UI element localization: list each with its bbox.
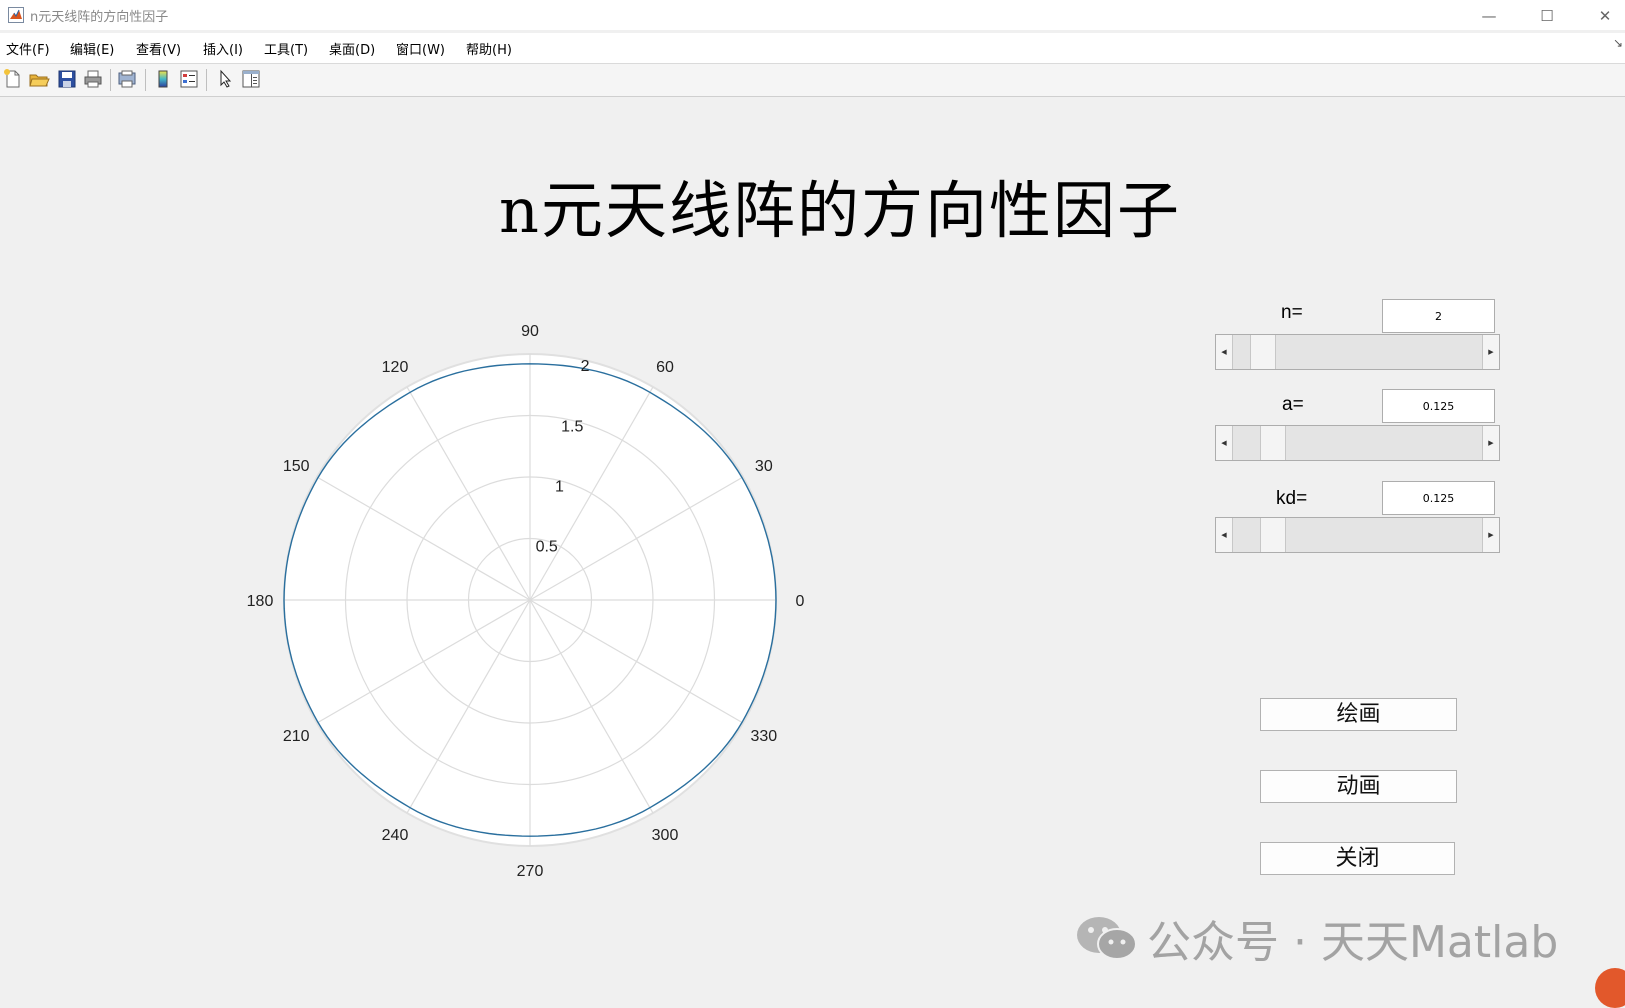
menu-edit[interactable]: 编辑(E) [70, 39, 114, 58]
angle-tick-label: 120 [382, 359, 409, 376]
save-icon[interactable] [56, 68, 78, 90]
polar-plot[interactable]: 0 30 60 90 120 150 180 210 240 270 300 330 0.5 1 1.5 2 [230, 300, 830, 900]
toolbar-separator [110, 69, 111, 91]
toolbar-separator [206, 69, 207, 91]
print-icon[interactable] [82, 68, 104, 90]
polar-grid [283, 353, 777, 847]
slider-left-arrow-icon[interactable]: ◀ [1216, 426, 1233, 460]
animate-button[interactable]: 动画 [1260, 770, 1457, 803]
toolbar-separator [145, 69, 146, 91]
angle-tick-label: 300 [652, 827, 679, 844]
slider-right-arrow-icon[interactable]: ▶ [1482, 335, 1499, 369]
menu-bar: 文件(F) 编辑(E) 查看(V) 插入(I) 工具(T) 桌面(D) 窗口(W… [0, 33, 1625, 64]
corner-logo-icon [1595, 968, 1625, 1008]
radial-tick-label: 1.5 [561, 418, 583, 435]
a-slider[interactable]: ◀ ▶ [1215, 425, 1500, 461]
menu-insert[interactable]: 插入(I) [203, 39, 243, 58]
n-slider[interactable]: ◀ ▶ [1215, 334, 1500, 370]
angle-tick-label: 240 [382, 827, 409, 844]
angle-tick-label: 270 [517, 863, 544, 880]
kd-input[interactable]: 0.125 [1382, 481, 1495, 515]
kd-slider-thumb[interactable] [1260, 518, 1287, 552]
matlab-app-icon [8, 7, 24, 23]
angle-tick-label: 30 [755, 458, 773, 475]
slider-left-arrow-icon[interactable]: ◀ [1216, 335, 1233, 369]
menu-view[interactable]: 查看(V) [136, 39, 181, 58]
radial-tick-label: 2 [581, 358, 590, 375]
menu-file[interactable]: 文件(F) [6, 39, 50, 58]
slider-right-arrow-icon[interactable]: ▶ [1482, 426, 1499, 460]
a-slider-thumb[interactable] [1260, 426, 1287, 460]
print-preview-icon[interactable] [116, 68, 138, 90]
n-slider-thumb[interactable] [1250, 335, 1276, 369]
page-title: n元天线阵的方向性因子 [499, 174, 1181, 247]
property-editor-icon[interactable] [240, 68, 262, 90]
watermark-text: 公众号 · 天天Matlab [1147, 917, 1559, 968]
menubar-dock-icon[interactable]: ↘ [1613, 36, 1623, 50]
window-title-bar: n元天线阵的方向性因子 — ☐ ✕ [0, 0, 1625, 30]
watermark: 公众号 · 天天Matlab [1075, 913, 1558, 968]
new-file-icon[interactable] [2, 68, 24, 90]
colorbar-icon[interactable] [152, 68, 174, 90]
minimize-icon: — [1481, 7, 1497, 25]
radial-tick-label: 0.5 [536, 539, 558, 556]
radial-tick-label: 1 [555, 478, 564, 495]
open-folder-icon[interactable] [28, 68, 50, 90]
slider-left-arrow-icon[interactable]: ◀ [1216, 518, 1233, 552]
close-icon: ✕ [1598, 7, 1612, 25]
minimize-button[interactable]: — [1466, 3, 1512, 29]
pointer-icon[interactable] [214, 68, 236, 90]
menu-tools[interactable]: 工具(T) [264, 39, 308, 58]
close-button[interactable]: 关闭 [1260, 842, 1455, 875]
window-title: n元天线阵的方向性因子 [30, 10, 169, 25]
draw-button[interactable]: 绘画 [1260, 698, 1457, 731]
menu-help[interactable]: 帮助(H) [466, 39, 512, 58]
menu-window[interactable]: 窗口(W) [396, 39, 445, 58]
slider-right-arrow-icon[interactable]: ▶ [1482, 518, 1499, 552]
angle-tick-label: 150 [283, 458, 310, 475]
angle-tick-label: 180 [247, 593, 274, 610]
kd-label: kd= [1276, 488, 1308, 509]
a-input[interactable]: 0.125 [1382, 389, 1495, 423]
angle-tick-label: 330 [750, 728, 777, 745]
angle-tick-label: 0 [796, 593, 805, 610]
maximize-icon: ☐ [1540, 7, 1554, 25]
close-window-button[interactable]: ✕ [1582, 3, 1625, 29]
kd-slider[interactable]: ◀ ▶ [1215, 517, 1500, 553]
n-label: n= [1281, 302, 1303, 323]
wechat-icon [1077, 917, 1137, 960]
menu-desktop[interactable]: 桌面(D) [329, 39, 375, 58]
legend-icon[interactable] [178, 68, 200, 90]
angle-tick-label: 60 [656, 359, 674, 376]
maximize-button[interactable]: ☐ [1524, 3, 1570, 29]
angle-tick-label: 90 [521, 323, 539, 340]
a-label: a= [1282, 394, 1304, 415]
figure-toolbar [0, 64, 1625, 97]
angle-tick-label: 210 [283, 728, 310, 745]
n-input[interactable]: 2 [1382, 299, 1495, 333]
